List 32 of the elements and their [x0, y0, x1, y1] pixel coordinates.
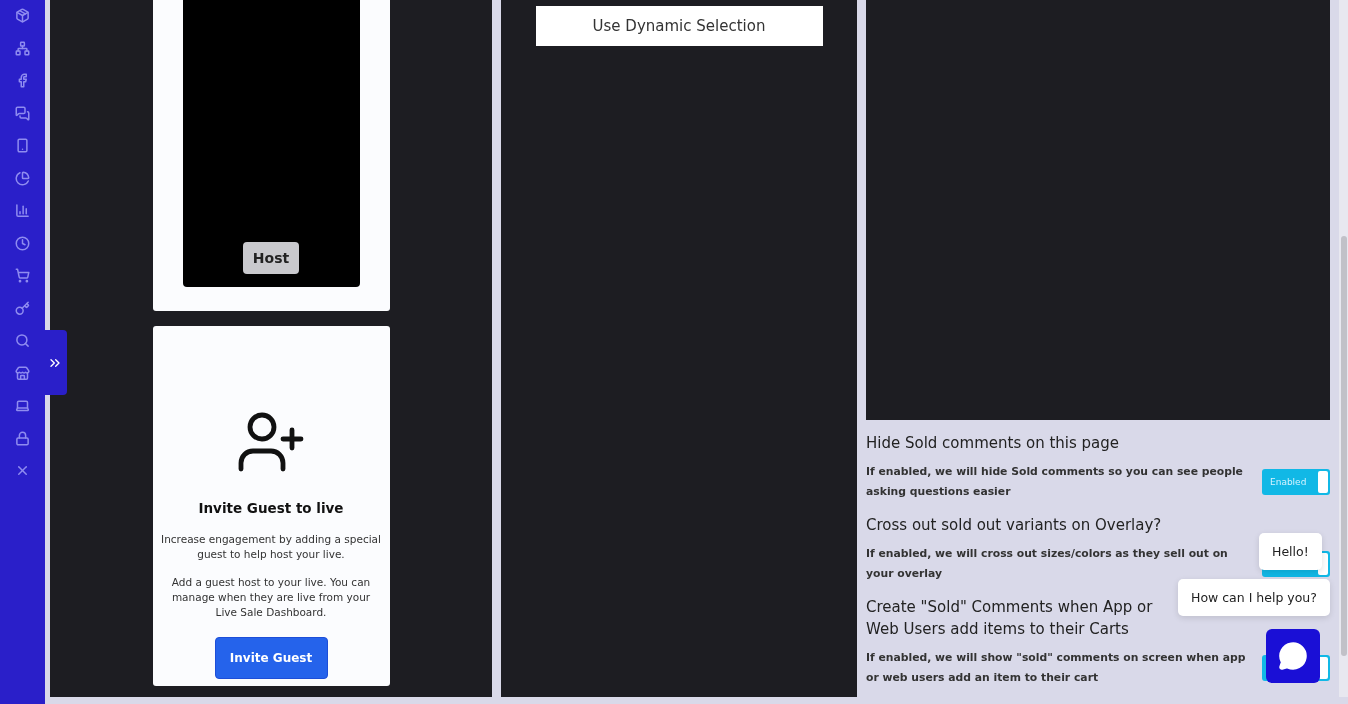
chat-bubble-icon	[1278, 641, 1308, 671]
invite-text: Increase engagement by adding a special guest to help host your live.	[160, 532, 382, 562]
setting-title: Create "Sold" Comments when App or Web Users add items to their Carts	[866, 597, 1154, 640]
laptop-icon[interactable]	[15, 398, 30, 413]
setting-description: If enabled, we will show "sold" comments on screen when app or web users add an item to their cart	[866, 650, 1246, 686]
bar-chart-icon[interactable]	[15, 203, 30, 218]
chat-tooltip: Hello!	[1259, 533, 1322, 570]
expand-button[interactable]	[42, 330, 67, 395]
setting-description: If enabled, we will hide Sold comments so you can see people asking questions easier	[866, 464, 1244, 500]
host-button[interactable]: Host	[242, 242, 300, 274]
clock-icon[interactable]	[15, 235, 30, 251]
search-icon[interactable]	[15, 333, 30, 348]
key-icon[interactable]	[15, 300, 30, 316]
chat-popup-tooltip[interactable]	[1266, 629, 1320, 683]
invite-guest-button[interactable]: Invite Guest	[214, 637, 328, 679]
package-icon[interactable]	[15, 8, 30, 23]
dynamic-selection-button[interactable]: Use Dynamic Selection	[535, 6, 823, 46]
setting-description: If enabled, we will cross out sizes/colors as they sell out on your overlay	[866, 546, 1229, 582]
setting-title: Hide Sold comments on this page	[866, 433, 1121, 454]
pie-chart-icon[interactable]	[15, 170, 30, 186]
invite-title: Invite Guest to live	[198, 500, 344, 516]
phone-icon[interactable]	[15, 138, 30, 153]
lock-icon[interactable]	[15, 430, 30, 446]
chat-tooltip: How can I help you?	[1178, 579, 1330, 616]
store-icon[interactable]	[15, 365, 30, 381]
close-icon[interactable]	[15, 463, 30, 478]
invite-text: Add a guest host to your live. You can manage when they are live from your Live Sale Dashboard.	[170, 575, 372, 620]
cart-icon[interactable]	[15, 268, 30, 283]
setting-title: Cross out sold out variants on Overlay?	[866, 515, 1163, 536]
network-icon[interactable]	[15, 40, 30, 56]
scrollbar[interactable]	[1339, 0, 1348, 697]
chat-icon[interactable]	[15, 105, 30, 121]
